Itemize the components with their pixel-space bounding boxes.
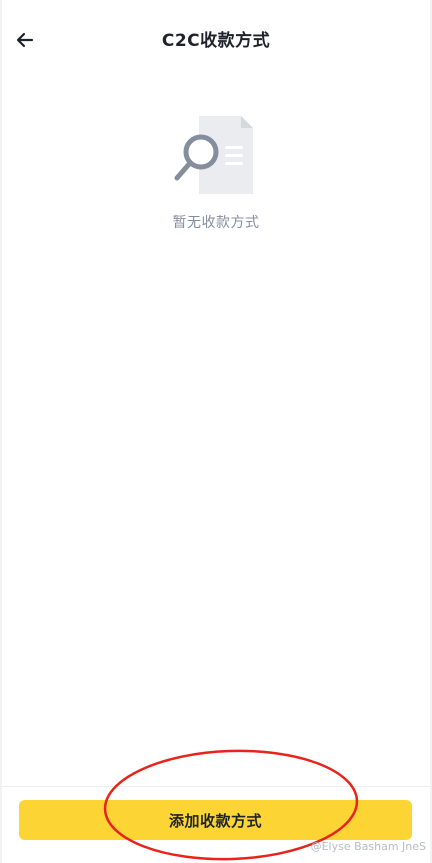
header: C2C收款方式 <box>0 0 432 80</box>
empty-message: 暂无收款方式 <box>172 215 260 231</box>
watermark: @Elyse Basham JneS <box>310 840 426 853</box>
footer-divider <box>0 786 432 787</box>
page-title: C2C收款方式 <box>161 31 271 51</box>
document-search-icon <box>174 116 253 194</box>
add-payment-method-button[interactable]: 添加收款方式 <box>19 800 412 840</box>
screen: C2C收款方式 暂无收款方式 添加收款方式 @Elyse Basham JneS <box>0 0 432 863</box>
empty-state: 暂无收款方式 <box>0 112 432 232</box>
